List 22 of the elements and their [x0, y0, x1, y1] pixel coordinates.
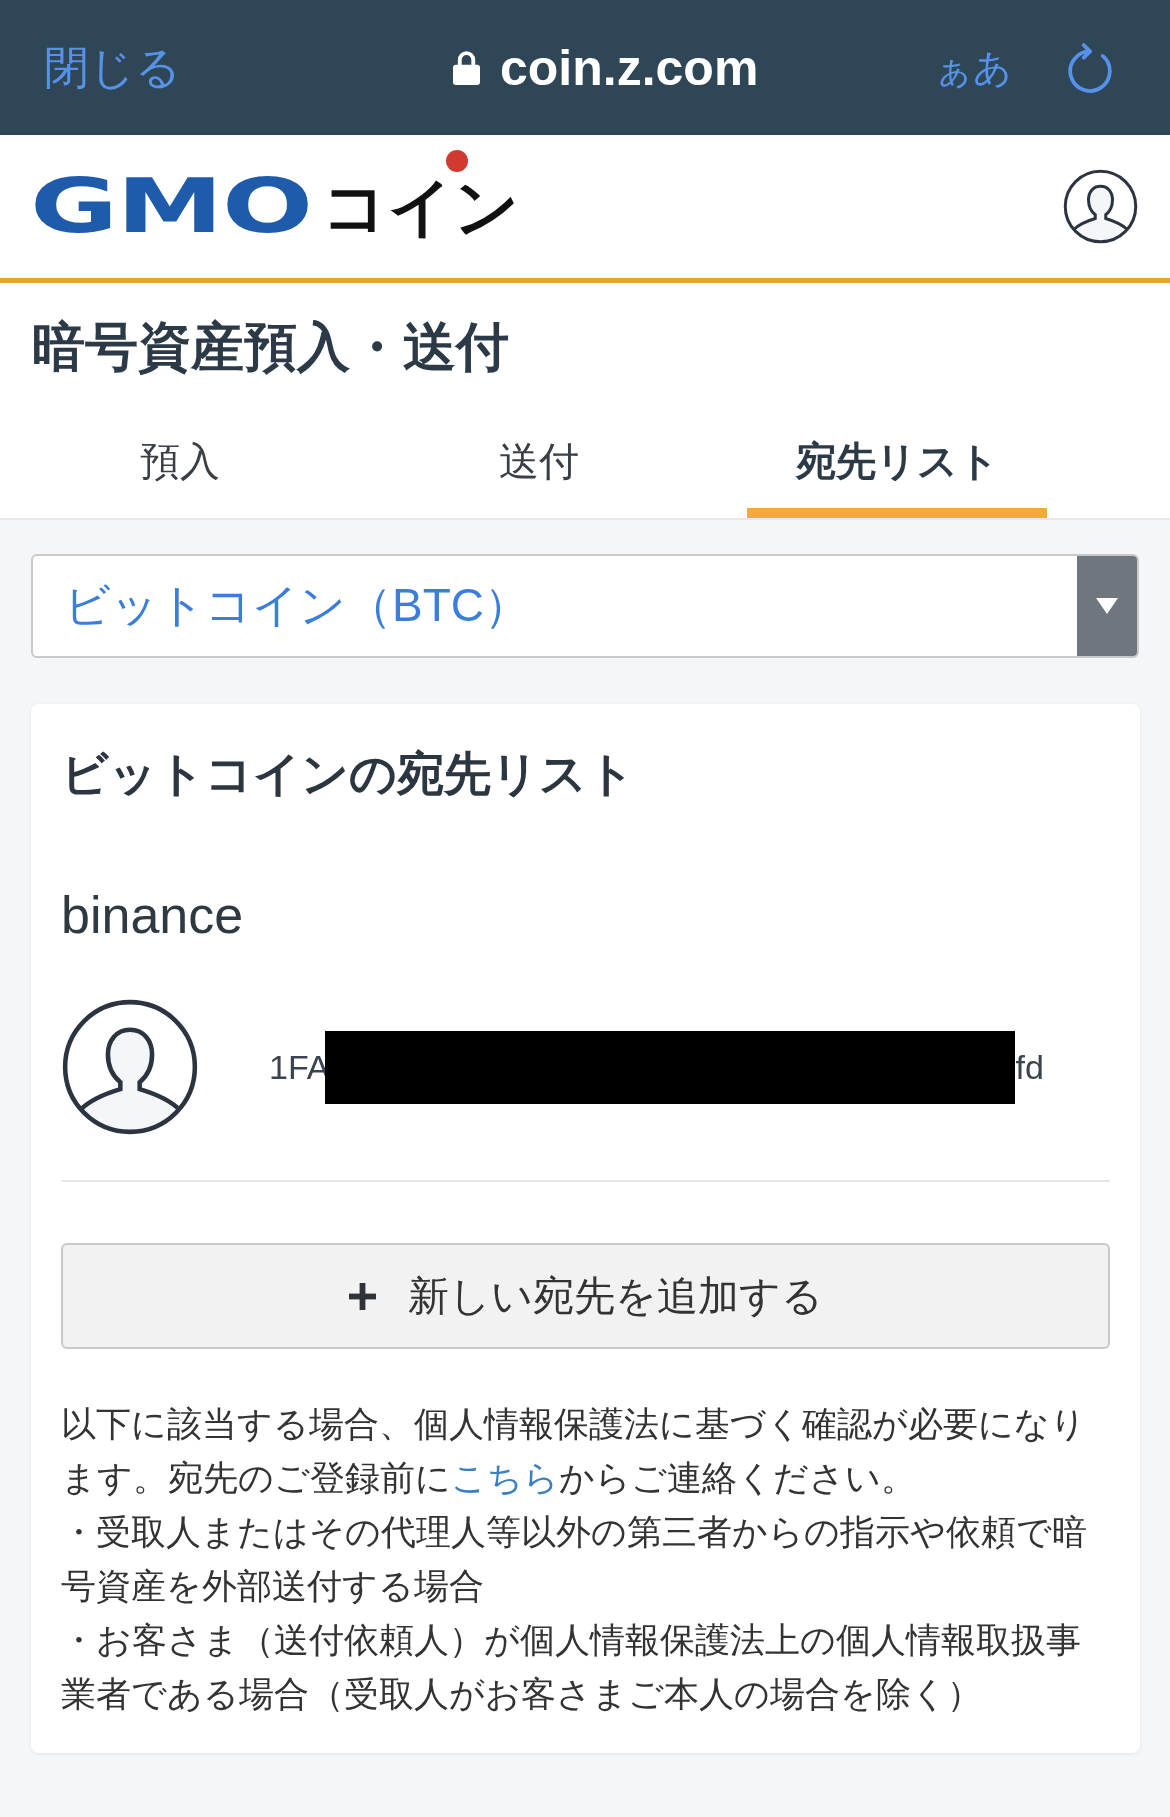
avatar-icon [61, 998, 199, 1136]
page-title: 暗号資産預入・送付 [31, 316, 510, 377]
address-text: fd [1015, 1047, 1044, 1088]
currency-dropdown[interactable]: ビットコイン（BTC） [31, 554, 1139, 658]
user-icon[interactable] [1063, 169, 1138, 244]
notice-text: 以下に該当する場合、個人情報保護法に基づく確認が必要になります。宛先のご登録前に こちらからご連絡ください。 [61, 1403, 1087, 1499]
tab[interactable]: 送付 [359, 405, 718, 518]
condition-text: ・受取人またはその代理人等以外の第三者からの指示や依頼で暗号資産を外部送付する場合 [61, 1511, 1088, 1607]
logo-link[interactable]: GMO コイン [30, 147, 520, 244]
lock-icon [453, 49, 480, 86]
caret-icon [1077, 556, 1137, 656]
tab[interactable]: 宛先リスト [718, 405, 1077, 518]
address-name: binance [61, 887, 245, 943]
plus-icon [348, 1282, 376, 1310]
reload-icon[interactable] [1068, 42, 1112, 93]
url-text: coin.z.com [500, 38, 759, 97]
list-title: ビットコインの宛先リスト [61, 746, 636, 802]
contact-link[interactable]: こちら [451, 1458, 559, 1497]
add-address-button[interactable]: 新しい宛先を追加する [61, 1243, 1110, 1349]
tab[interactable]: 預入 [0, 405, 359, 518]
logo-dot-icon [446, 150, 468, 172]
condition-text: ・お客さま（送付依頼人）が個人情報保護法上の個人情報取扱事業者である場合（受取人がお客さまご本人の場合を除く） [61, 1619, 1082, 1715]
